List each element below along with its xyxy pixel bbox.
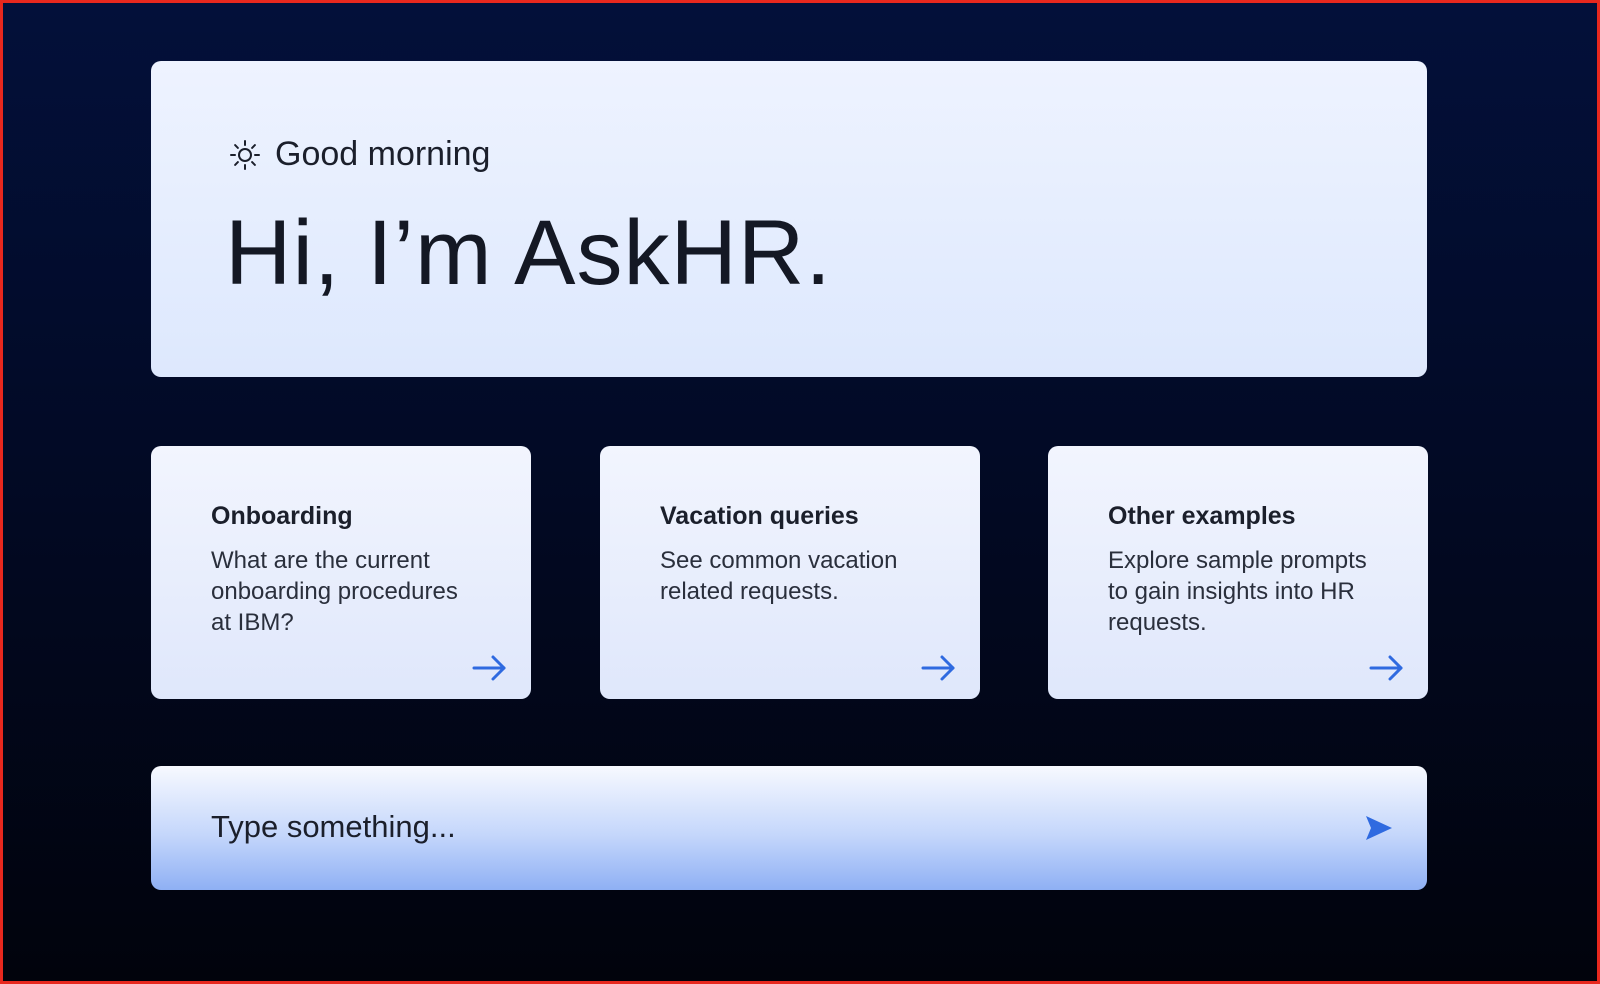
arrow-right-icon[interactable] (920, 653, 958, 683)
greeting-text: Good morning (275, 135, 491, 173)
card-description: See common vacation related requests. (660, 547, 898, 605)
arrow-right-icon[interactable] (1368, 653, 1406, 683)
prompt-card-other-examples[interactable]: Other examples Explore sample prompts to… (1048, 446, 1428, 699)
hero-title: Hi, I’m AskHR. (225, 202, 832, 304)
send-icon (1366, 816, 1392, 840)
prompt-card-vacation[interactable]: Vacation queries See common vacation rel… (600, 446, 980, 699)
app-frame: Good morning Hi, I’m AskHR. Onboarding W… (0, 0, 1600, 984)
send-button[interactable] (1363, 812, 1395, 844)
card-description: What are the current onboarding procedur… (211, 547, 458, 636)
card-title: Onboarding (211, 502, 353, 530)
card-title: Vacation queries (660, 502, 859, 530)
sun-icon (230, 139, 260, 170)
welcome-card: Good morning Hi, I’m AskHR. (151, 61, 1427, 377)
arrow-right-icon[interactable] (471, 653, 509, 683)
chat-input[interactable] (211, 796, 1311, 858)
chat-input-bar (151, 766, 1427, 890)
card-title: Other examples (1108, 502, 1296, 530)
prompt-card-onboarding[interactable]: Onboarding What are the current onboardi… (151, 446, 531, 699)
greeting: Good morning (229, 135, 490, 174)
card-description: Explore sample prompts to gain insights … (1108, 547, 1367, 636)
